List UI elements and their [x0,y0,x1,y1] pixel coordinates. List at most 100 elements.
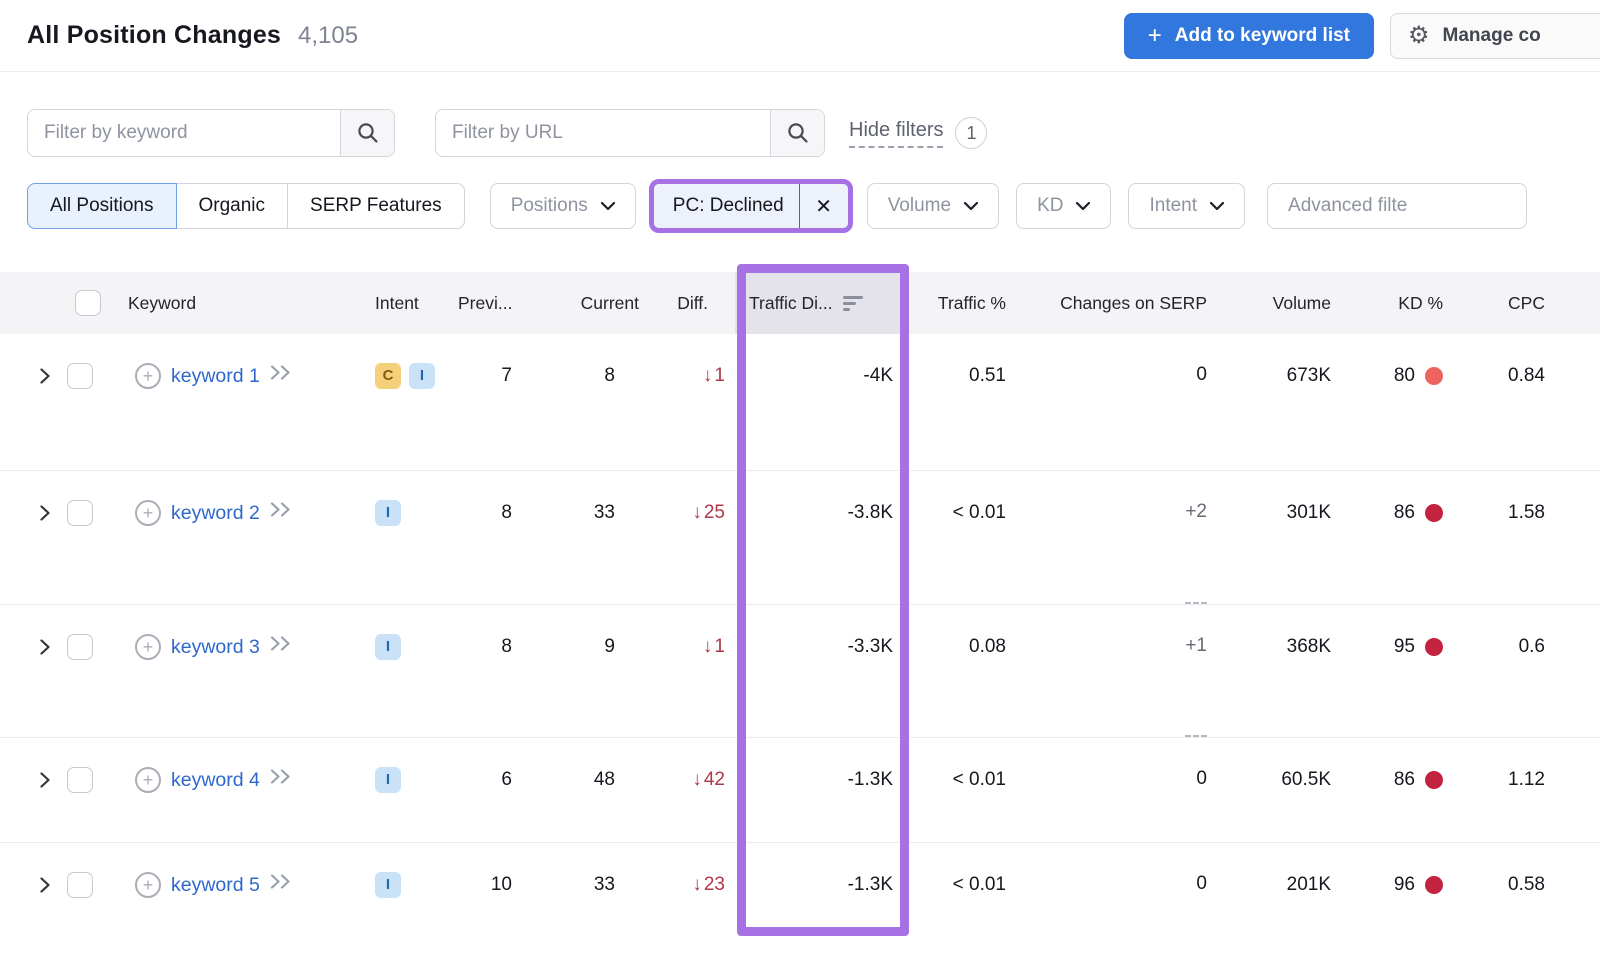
header-traffic-diff[interactable]: Traffic Di... [735,272,905,334]
page-title: All Position Changes [27,21,281,50]
add-keyword-icon[interactable]: + [135,500,161,526]
checkbox-cell [67,471,115,604]
add-keyword-icon[interactable]: + [135,767,161,793]
chevron-down-icon [1210,202,1224,211]
segment-organic[interactable]: Organic [176,183,289,229]
filter-inputs-row: Hide filters 1 [27,109,1600,157]
url-search-button[interactable] [770,110,824,156]
kd-dropdown[interactable]: KD [1016,183,1111,229]
open-serp-icon[interactable] [270,502,294,517]
add-to-keyword-list-button[interactable]: + Add to keyword list [1124,13,1374,59]
serp-changes-cell: +2 [1010,471,1215,604]
expand-cell [27,843,67,963]
kd-cell: 80 [1335,334,1447,470]
url-filter [435,109,825,157]
serp-change-value[interactable]: +1 [1185,634,1207,737]
expand-chevron-icon[interactable] [40,877,50,893]
keyword-cell: + keyword 1 [115,334,375,470]
keyword-search-button[interactable] [340,110,394,156]
previous-position: 8 [450,605,540,737]
checkbox-cell [67,738,115,842]
header-current[interactable]: Current [540,272,650,334]
row-checkbox[interactable] [67,634,93,660]
segment-all-positions[interactable]: All Positions [27,183,177,229]
select-all-checkbox[interactable] [75,290,101,316]
row-checkbox[interactable] [67,363,93,389]
kd-dot [1425,504,1443,522]
header-cpc[interactable]: CPC [1447,272,1545,334]
intent-badge-i: I [409,363,435,389]
volume-dropdown-label: Volume [888,195,951,217]
diff-value: 23 [704,872,725,963]
keyword-link[interactable]: keyword 3 [171,634,260,660]
add-keyword-icon[interactable]: + [135,634,161,660]
kd-dot [1425,876,1443,894]
keyword-link[interactable]: keyword 5 [171,872,260,898]
expand-chevron-icon[interactable] [40,505,50,521]
row-checkbox[interactable] [67,500,93,526]
down-arrow-icon: ↓ [692,500,702,604]
header-previous[interactable]: Previ... [450,272,540,334]
volume-value: 301K [1215,471,1335,604]
positions-dropdown[interactable]: Positions [490,183,636,229]
traffic-pct-value: 0.51 [905,334,1010,470]
keyword-cell: + keyword 4 [115,738,375,842]
pc-declined-chip-highlight: PC: Declined ✕ [649,179,853,233]
serp-changes-cell: 0 [1010,843,1215,963]
cpc-value: 1.58 [1447,471,1545,604]
pc-declined-filter-chip[interactable]: PC: Declined ✕ [654,184,848,228]
current-position: 8 [540,334,650,470]
volume-dropdown[interactable]: Volume [867,183,999,229]
open-serp-icon[interactable] [270,365,294,380]
serp-changes-cell: 0 [1010,334,1215,470]
expand-chevron-icon[interactable] [40,368,50,384]
previous-position: 6 [450,738,540,842]
segment-serp-features[interactable]: SERP Features [287,183,465,229]
manage-columns-button[interactable]: ⚙ Manage co [1390,13,1600,59]
header-traffic-diff-label: Traffic Di... [749,293,833,314]
expand-chevron-icon[interactable] [40,639,50,655]
table-body: + keyword 1 CI 7 8 ↓ 1 -4K 0.51 0 673K 8… [0,334,1600,963]
keyword-link[interactable]: keyword 4 [171,767,260,793]
keyword-link[interactable]: keyword 2 [171,500,260,526]
header-changes-on-serp[interactable]: Changes on SERP [1010,272,1215,334]
row-checkbox[interactable] [67,872,93,898]
keyword-filter-input[interactable] [28,110,340,156]
header-kd-pct[interactable]: KD % [1335,272,1447,334]
row-checkbox[interactable] [67,767,93,793]
close-icon[interactable]: ✕ [800,184,848,228]
serp-change-value[interactable]: +2 [1185,500,1207,604]
table-row: + keyword 2 I 8 33 ↓ 25 -3.8K < 0.01 +2 … [0,471,1600,605]
open-serp-icon[interactable] [270,636,294,651]
add-keyword-icon[interactable]: + [135,363,161,389]
select-all-cell [67,272,115,334]
down-arrow-icon: ↓ [692,767,702,842]
serp-change-value: 0 [1196,363,1207,470]
intent-dropdown[interactable]: Intent [1128,183,1245,229]
advanced-filters-button[interactable]: Advanced filte [1267,183,1527,229]
position-diff: ↓ 1 [650,334,735,470]
plus-icon: + [1148,24,1162,48]
cpc-value: 0.84 [1447,334,1545,470]
header-keyword[interactable]: Keyword [115,272,375,334]
filter-chips-row: All Positions Organic SERP Features Posi… [27,179,1600,233]
open-serp-icon[interactable] [270,769,294,784]
add-keyword-icon[interactable]: + [135,872,161,898]
url-filter-input[interactable] [436,110,770,156]
hide-filters-link[interactable]: Hide filters [849,119,943,148]
position-diff: ↓ 42 [650,738,735,842]
traffic-diff-value: -4K [735,334,905,470]
header-volume[interactable]: Volume [1215,272,1335,334]
table-row: + keyword 4 I 6 48 ↓ 42 -1.3K < 0.01 0 6… [0,738,1600,843]
pc-declined-label: PC: Declined [654,195,799,217]
keyword-link[interactable]: keyword 1 [171,363,260,389]
manage-columns-label: Manage co [1443,25,1541,47]
header-diff[interactable]: Diff. [650,272,735,334]
expand-chevron-icon[interactable] [40,772,50,788]
open-serp-icon[interactable] [270,874,294,889]
kd-value: 86 [1394,500,1415,604]
header-intent[interactable]: Intent [375,272,450,334]
header-traffic-pct[interactable]: Traffic % [905,272,1010,334]
traffic-diff-value: -3.8K [735,471,905,604]
position-diff: ↓ 23 [650,843,735,963]
